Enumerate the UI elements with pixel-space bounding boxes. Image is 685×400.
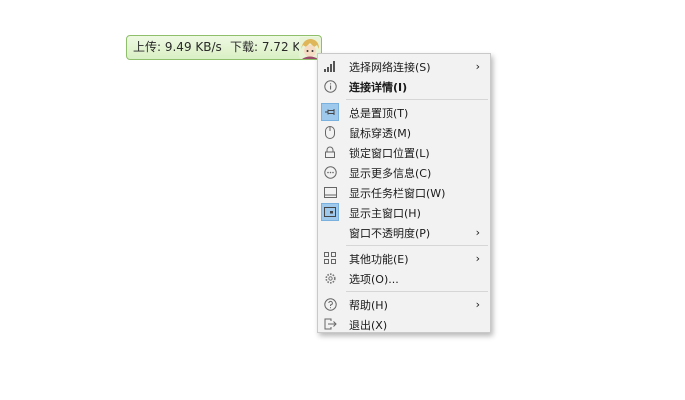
menu-item-label: 窗口不透明度(P) [349, 227, 431, 240]
menu-item-label: 其他功能(E) [349, 253, 409, 266]
menu-item-label: 退出(X) [349, 319, 388, 332]
more-icon [321, 163, 339, 181]
menu-item-help[interactable]: 帮助(H) › [318, 294, 490, 314]
menu-item-label: 总是置顶(T) [349, 107, 409, 120]
menu-item-label: 鼠标穿透(M) [349, 127, 412, 140]
menu-item-always-on-top[interactable]: 总是置顶(T) [318, 102, 490, 122]
menu-item-label: 锁定窗口位置(L) [349, 147, 430, 160]
signal-bars-icon [321, 57, 339, 75]
menu-item-label: 选择网络连接(S) [349, 61, 431, 74]
menu-separator [346, 291, 488, 292]
menu-separator [346, 99, 488, 100]
lock-icon [321, 143, 339, 161]
menu-item-exit[interactable]: 退出(X) [318, 314, 490, 334]
context-menu: 选择网络连接(S) › 连接详情(I) 总是置顶(T) 鼠标穿透(M) 锁定窗口… [317, 53, 491, 333]
menu-item-label: 显示更多信息(C) [349, 167, 432, 180]
main-window-icon [321, 203, 339, 221]
mouse-icon [321, 123, 339, 141]
taskbar-icon [321, 183, 339, 201]
menu-item-lock-position[interactable]: 锁定窗口位置(L) [318, 142, 490, 162]
chevron-right-icon: › [475, 252, 480, 265]
info-icon [321, 77, 339, 95]
menu-item-other-functions[interactable]: 其他功能(E) › [318, 248, 490, 268]
exit-icon [321, 315, 339, 333]
help-icon [321, 295, 339, 313]
menu-item-label: 帮助(H) [349, 299, 388, 312]
chevron-right-icon: › [475, 60, 480, 73]
menu-item-show-taskbar-window[interactable]: 显示任务栏窗口(W) [318, 182, 490, 202]
menu-item-label: 连接详情(I) [349, 81, 408, 94]
upload-speed: 上传: 9.49 KB/s [133, 40, 222, 54]
menu-item-label: 选项(O)... [349, 273, 399, 286]
network-speed-widget[interactable]: 上传: 9.49 KB/s 下载: 7.72 KB/s [126, 35, 322, 60]
menu-item-options[interactable]: 选项(O)... [318, 268, 490, 288]
menu-item-mouse-passthrough[interactable]: 鼠标穿透(M) [318, 122, 490, 142]
chevron-right-icon: › [475, 298, 480, 311]
gear-icon [321, 269, 339, 287]
menu-item-show-main-window[interactable]: 显示主窗口(H) [318, 202, 490, 222]
pin-icon [321, 103, 339, 121]
grid-icon [321, 249, 339, 267]
menu-item-label: 显示主窗口(H) [349, 207, 421, 220]
chevron-right-icon: › [475, 226, 480, 239]
menu-separator [346, 245, 488, 246]
menu-item-connection-details[interactable]: 连接详情(I) [318, 76, 490, 96]
menu-item-show-more-info[interactable]: 显示更多信息(C) [318, 162, 490, 182]
menu-item-select-connection[interactable]: 选择网络连接(S) › [318, 56, 490, 76]
menu-item-label: 显示任务栏窗口(W) [349, 187, 446, 200]
menu-item-window-opacity[interactable]: 窗口不透明度(P) › [318, 222, 490, 242]
